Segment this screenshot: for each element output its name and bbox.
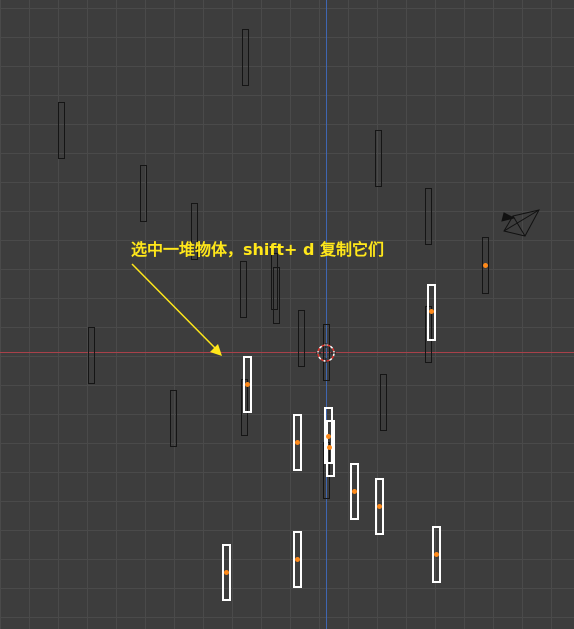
object-origin-dot [245,382,250,387]
object-origin-dot [295,557,300,562]
scene-object[interactable] [58,102,65,159]
scene-object[interactable] [298,310,305,367]
object-origin-dot [326,434,331,439]
object-origin-dot [224,570,229,575]
3d-cursor-icon[interactable] [316,343,336,363]
scene-object[interactable] [273,267,280,324]
object-origin-dot [327,445,332,450]
object-origin-dot [352,489,357,494]
scene-object[interactable] [170,390,177,447]
object-origin-dot [483,263,488,268]
scene-object[interactable] [425,188,432,245]
object-origin-dot [434,552,439,557]
scene-object[interactable] [240,261,247,318]
scene-object[interactable] [242,29,249,86]
scene-object[interactable] [380,374,387,431]
annotation-text: 选中一堆物体，shift+ d 复制它们 [131,240,385,259]
object-origin-dot [377,504,382,509]
arrow-icon [131,263,222,356]
x-axis-line [0,352,574,353]
y-axis-line [326,0,327,629]
object-origin-dot [295,440,300,445]
object-origin-dot [429,309,434,314]
3d-viewport[interactable]: 选中一堆物体，shift+ d 复制它们 [0,0,574,629]
scene-object[interactable] [375,130,382,187]
camera-icon[interactable] [499,205,543,239]
scene-object[interactable] [140,165,147,222]
scene-object[interactable] [88,327,95,384]
